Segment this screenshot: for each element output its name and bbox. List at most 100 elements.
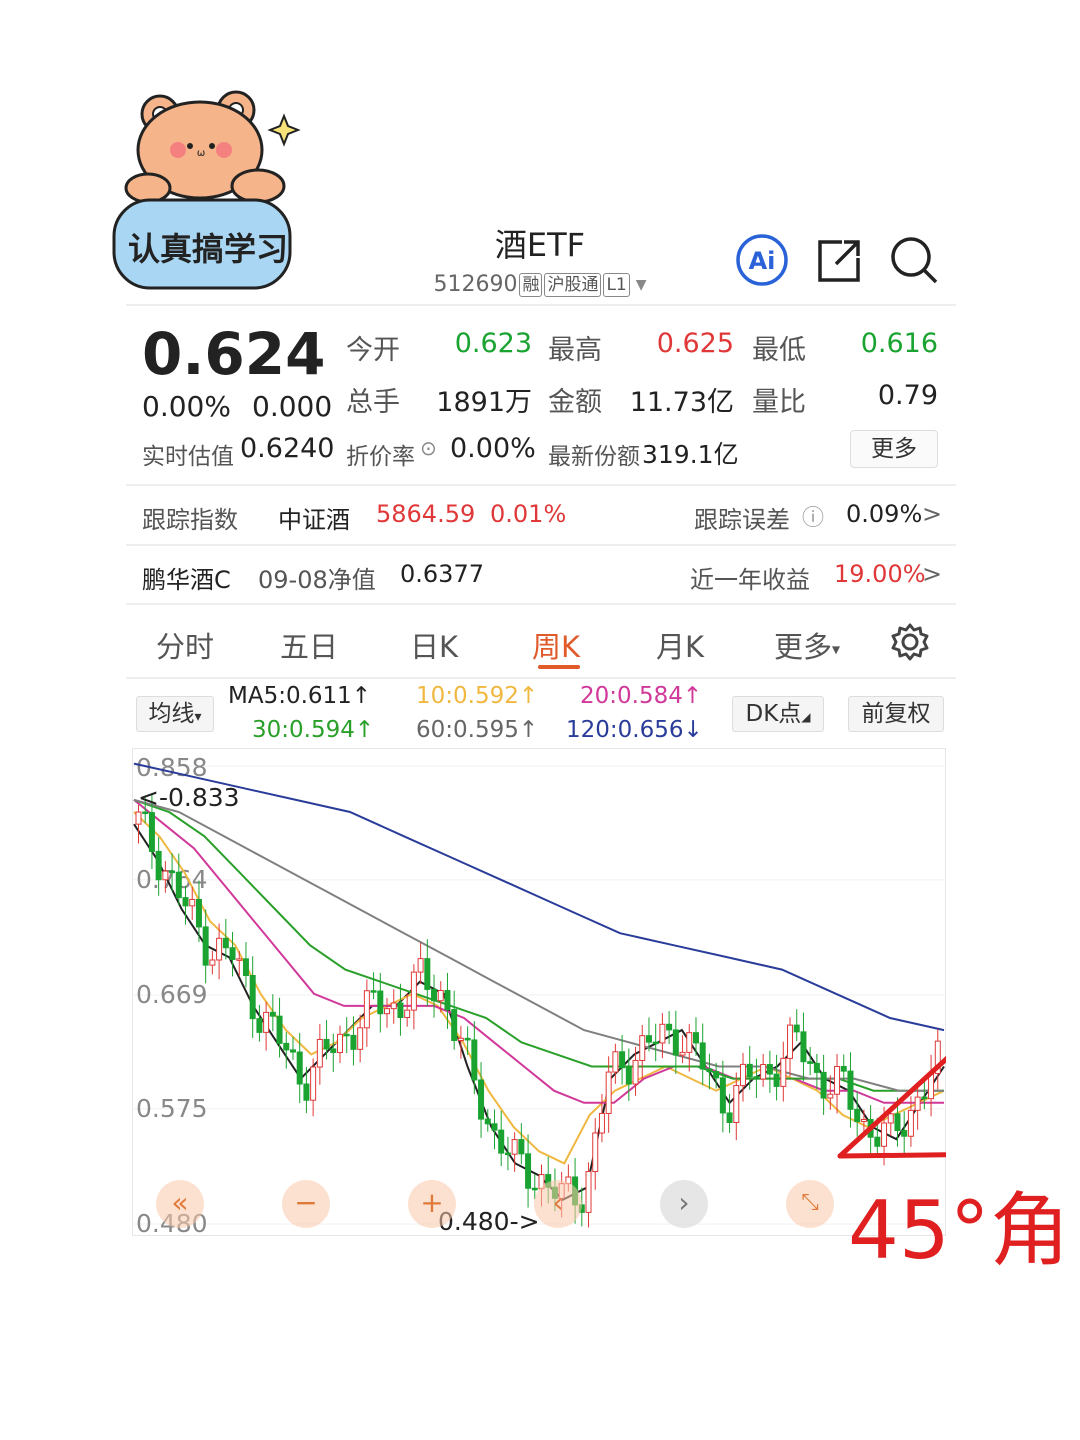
- candle-body: [417, 958, 424, 973]
- nav-value: 0.6377: [400, 560, 484, 588]
- share-icon[interactable]: [812, 232, 868, 288]
- tab-weekly-k[interactable]: 周K: [532, 624, 580, 666]
- candle-body: [692, 1032, 699, 1044]
- kline-chart[interactable]: 0.8580.7640.6690.5750.480<-0.8330.480->: [132, 748, 1019, 1238]
- candle-body: [269, 1011, 276, 1017]
- return-label: 近一年收益: [690, 566, 810, 594]
- more-button[interactable]: 更多: [850, 430, 938, 468]
- candle-body: [491, 1123, 498, 1131]
- chevron-right-icon[interactable]: >: [922, 560, 942, 588]
- candle-body: [525, 1153, 532, 1189]
- ma-line-ma20: [133, 799, 944, 1104]
- amount-label: 金额: [548, 387, 602, 418]
- amount-value: 11.73亿: [629, 387, 734, 418]
- tab-monthly-k[interactable]: 月K: [656, 624, 704, 666]
- zoom-out-icon[interactable]: −: [282, 1180, 330, 1228]
- shares-value: 319.1亿: [642, 440, 739, 469]
- candle-body: [679, 1051, 686, 1056]
- volume-label: 总手: [346, 387, 400, 418]
- shares-label: 最新份额: [548, 444, 640, 470]
- tracking-index-value: 5864.59: [376, 500, 476, 528]
- settings-icon[interactable]: [890, 622, 930, 666]
- high-value: 0.625: [656, 328, 734, 359]
- candle-body: [874, 1136, 881, 1147]
- help-icon[interactable]: ⓘ: [802, 500, 824, 532]
- candle-body: [605, 1071, 612, 1114]
- zoom-in-icon[interactable]: +: [408, 1180, 456, 1228]
- corner-arrow-icon: ◢: [801, 710, 811, 724]
- candle-body: [592, 1132, 599, 1173]
- sticker-text: 认真搞学习: [127, 230, 288, 268]
- ma-selector[interactable]: 均线▾: [136, 696, 214, 732]
- candle-body: [431, 988, 438, 1002]
- fund-name[interactable]: 鹏华酒C: [142, 560, 231, 595]
- candle-body: [337, 1033, 343, 1054]
- fullscreen-icon[interactable]: ⤡: [786, 1180, 834, 1228]
- candle-body: [800, 1031, 807, 1063]
- ma120-value: 120:0.656↓: [566, 717, 703, 743]
- volume-value: 1891万: [436, 387, 532, 418]
- candle-body: [726, 1112, 733, 1123]
- candle-body: [625, 1067, 632, 1085]
- volume-ratio-value: 0.79: [877, 380, 938, 411]
- ai-icon[interactable]: Ai: [734, 232, 790, 288]
- dk-point-button[interactable]: DK点◢: [732, 696, 824, 732]
- tab-intraday[interactable]: 分时: [156, 624, 214, 666]
- scroll-right-icon[interactable]: ›: [660, 1180, 708, 1228]
- scroll-left-icon[interactable]: ‹: [534, 1180, 582, 1228]
- candle-body: [195, 898, 202, 928]
- ma30-value: 30:0.594↑: [252, 717, 375, 743]
- candle-body: [740, 1063, 746, 1087]
- active-tab-indicator: [538, 665, 580, 669]
- chevron-down-icon[interactable]: ▼: [636, 277, 647, 293]
- info-icon[interactable]: ⊙: [420, 436, 437, 460]
- candle-body: [283, 1042, 290, 1051]
- candle-body: [827, 1093, 834, 1099]
- candle-body: [820, 1071, 827, 1099]
- candle-body: [175, 871, 182, 899]
- ma10-value: 10:0.592↑: [416, 683, 539, 709]
- kline-chart-svg[interactable]: 0.8580.7640.6690.5750.480<-0.8330.480->: [132, 748, 1019, 1238]
- candle-body: [585, 1171, 592, 1213]
- candle-body: [773, 1073, 780, 1087]
- candle-body: [437, 990, 444, 1002]
- tracking-error-label: 跟踪误差: [694, 506, 790, 534]
- y-tick-label: 0.575: [136, 1094, 208, 1123]
- candle-body: [672, 1029, 679, 1056]
- candle-body: [706, 1068, 713, 1073]
- divider: [126, 677, 956, 679]
- candle-body: [860, 1118, 867, 1123]
- connect-tag: 沪股通: [544, 272, 602, 297]
- scroll-left-fast-icon[interactable]: «: [156, 1180, 204, 1228]
- candle-body: [713, 1071, 720, 1079]
- candle-body: [498, 1129, 505, 1154]
- header: 酒ETF 512690 融 沪股通 L1 ▼: [380, 220, 700, 297]
- candle-body: [787, 1024, 794, 1059]
- chevron-right-icon[interactable]: >: [922, 500, 942, 528]
- change-amount: 0.000: [252, 390, 333, 423]
- low-value: 0.616: [860, 328, 938, 359]
- price-adjust-button[interactable]: 前复权: [848, 696, 944, 732]
- return-value[interactable]: 19.00%: [834, 560, 926, 588]
- dk-point-label: DK点: [745, 701, 802, 727]
- candle-body: [316, 1038, 323, 1068]
- candle-body: [155, 850, 162, 881]
- open-value: 0.623: [454, 328, 532, 359]
- tab-daily-k[interactable]: 日K: [410, 624, 458, 666]
- caret-down-icon: ▾: [194, 709, 202, 725]
- candle-body: [242, 958, 249, 976]
- candle-body: [699, 1042, 706, 1070]
- ma-selector-label: 均线: [148, 701, 195, 727]
- open-label: 今开: [346, 335, 400, 366]
- tab-five-day[interactable]: 五日: [280, 624, 338, 666]
- security-code: 512690: [433, 272, 518, 297]
- candle-body: [216, 937, 223, 961]
- candle-body: [652, 1041, 659, 1045]
- candle-body: [659, 1023, 666, 1044]
- angle-line-diagonal: [837, 1049, 957, 1159]
- divider: [126, 484, 956, 486]
- tab-more[interactable]: 更多▾: [774, 624, 840, 666]
- search-icon[interactable]: [886, 232, 942, 288]
- tracking-error-value[interactable]: 0.09%: [846, 500, 922, 528]
- tracking-index-name[interactable]: 中证酒: [278, 500, 350, 535]
